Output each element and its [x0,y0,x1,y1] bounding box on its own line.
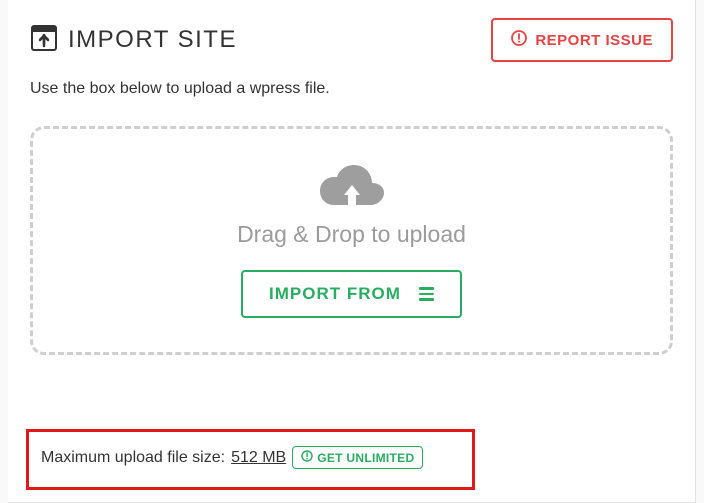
get-unlimited-label: GET UNLIMITED [317,451,414,465]
page-title: IMPORT SITE [68,26,237,54]
max-upload-highlight: Maximum upload file size: 512 MB GET UNL… [26,429,475,490]
report-issue-button[interactable]: REPORT ISSUE [491,18,673,62]
dropzone-label: Drag & Drop to upload [53,221,650,248]
report-issue-label: REPORT ISSUE [535,32,653,49]
cloud-upload-icon [53,161,650,213]
import-from-label: IMPORT FROM [269,284,401,304]
menu-icon [419,287,434,301]
info-icon [301,450,313,465]
upload-dropzone[interactable]: Drag & Drop to upload IMPORT FROM [30,126,673,355]
get-unlimited-button[interactable]: GET UNLIMITED [292,446,423,469]
max-upload-size: 512 MB [231,449,286,467]
max-upload-prefix: Maximum upload file size: [41,449,225,467]
instruction-text: Use the box below to upload a wpress fil… [30,80,673,98]
page-title-wrap: IMPORT SITE [30,24,237,57]
alert-icon [511,30,527,50]
import-from-button[interactable]: IMPORT FROM [241,270,462,318]
import-icon [30,24,58,57]
